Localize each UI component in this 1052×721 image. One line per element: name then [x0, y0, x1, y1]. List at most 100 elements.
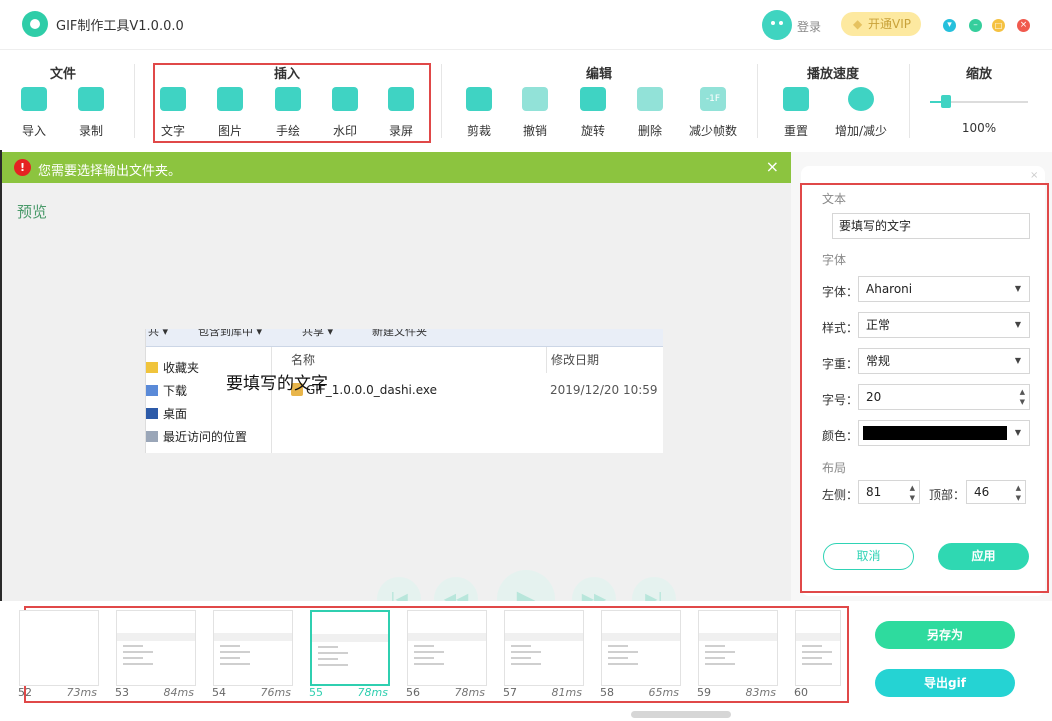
crop-label: 剪裁 — [466, 124, 491, 138]
crop-icon — [466, 87, 492, 111]
star-icon — [146, 362, 158, 373]
frame-thumbnail[interactable] — [795, 610, 841, 686]
style-label: 样式： — [822, 321, 859, 335]
weight-value: 常规 — [866, 354, 891, 368]
font-family-select[interactable]: Aharoni ▼ — [858, 276, 1030, 302]
undo-button[interactable]: 撤销 — [509, 87, 561, 139]
notice-close-icon[interactable]: × — [766, 157, 779, 176]
undo-label: 撤销 — [522, 124, 547, 138]
spinner-arrows-icon[interactable]: ▲ ▼ — [1016, 483, 1021, 503]
image-button[interactable]: 图片 — [204, 87, 256, 139]
style-select[interactable]: 正常 ▼ — [858, 312, 1030, 338]
horizontal-scrollbar[interactable] — [631, 711, 731, 718]
login-link[interactable]: 登录 — [797, 18, 821, 35]
group-zoom-title: 缩放 — [965, 67, 992, 82]
draw-button[interactable]: 手绘 — [262, 87, 314, 139]
spinner-arrows-icon[interactable]: ▲ ▼ — [910, 483, 915, 503]
weight-select[interactable]: 常规 ▼ — [858, 348, 1030, 374]
thumbnail-content — [802, 657, 822, 659]
reset-label: 重置 — [783, 124, 808, 138]
frame-number: 53 — [115, 686, 129, 699]
thumbnail-content — [123, 657, 143, 659]
frame-number: 52 — [18, 686, 32, 699]
thumbnail-content — [214, 633, 292, 641]
thumbnail-content — [414, 645, 434, 647]
maximize-icon[interactable] — [992, 19, 1005, 32]
apply-button[interactable]: 应用 — [938, 543, 1029, 570]
spinner-arrows-icon[interactable]: ▲ ▼ — [1020, 387, 1025, 407]
panel-close-icon[interactable]: × — [1030, 170, 1038, 181]
nav-item-label: 最近访问的位置 — [163, 430, 248, 444]
frame-thumbnail[interactable] — [601, 610, 681, 686]
import-button[interactable]: 导入 — [8, 87, 60, 139]
speed-adjust-button[interactable]: 增加/减少 — [830, 87, 892, 139]
frame-number: 58 — [600, 686, 614, 699]
size-stepper[interactable]: 20 ▲ ▼ — [858, 384, 1030, 410]
draw-label: 手绘 — [275, 124, 300, 138]
frame-thumbnail[interactable] — [504, 610, 584, 686]
thumbnail-content — [123, 663, 153, 665]
delete-button[interactable]: 删除 — [624, 87, 676, 139]
speed-adjust-label: 增加/减少 — [834, 124, 888, 138]
frame-number: 57 — [503, 686, 517, 699]
frame-duration: 78ms — [357, 686, 388, 699]
thumbnail-content — [414, 663, 444, 665]
dropdown-icon[interactable] — [943, 19, 956, 32]
frame-thumbnail[interactable] — [698, 610, 778, 686]
rotate-icon — [580, 87, 606, 111]
text-button[interactable]: 文字 — [147, 87, 199, 139]
divider — [757, 64, 758, 138]
error-icon: ! — [14, 159, 31, 176]
nav-item-desktop: 桌面 — [146, 405, 187, 422]
thumbnail-content — [608, 645, 628, 647]
image-icon — [217, 87, 243, 111]
frame-duration: 78ms — [454, 686, 485, 699]
reduce-frames-button[interactable]: -1F 减少帧数 — [682, 87, 744, 139]
left-position-stepper[interactable]: 81 ▲ ▼ — [858, 480, 920, 504]
watermark-button[interactable]: 水印 — [319, 87, 371, 139]
top-label: 顶部： — [929, 488, 966, 502]
nav-item-label: 下载 — [163, 384, 188, 398]
top-position-stepper[interactable]: 46 ▲ ▼ — [966, 480, 1026, 504]
zoom-slider-handle[interactable] — [941, 95, 951, 108]
zoom-value: 100% — [961, 121, 997, 135]
save-as-button[interactable]: 另存为 — [875, 621, 1015, 649]
notice-text: 您需要选择输出文件夹。 — [38, 164, 182, 179]
thumbnail-content — [123, 645, 143, 647]
text-input[interactable]: 要填写的文字 — [832, 213, 1030, 239]
watermark-label: 水印 — [332, 124, 357, 138]
thumbnail-content — [117, 633, 195, 641]
record-button[interactable]: 录制 — [65, 87, 117, 139]
frame-thumbnail[interactable] — [116, 610, 196, 686]
column-divider — [546, 347, 547, 373]
frame-thumbnail[interactable] — [310, 610, 390, 686]
section-layout-label: 布局 — [822, 461, 847, 475]
color-picker[interactable]: ▼ — [858, 420, 1030, 446]
screen-record-button[interactable]: 录屏 — [375, 87, 427, 139]
rotate-button[interactable]: 旋转 — [567, 87, 619, 139]
trash-icon — [637, 87, 663, 111]
thumbnail-content — [602, 633, 680, 641]
frame-thumbnail[interactable] — [19, 610, 99, 686]
thumbnail-content — [705, 657, 725, 659]
frame-thumbnail[interactable] — [213, 610, 293, 686]
minimize-icon[interactable] — [969, 19, 982, 32]
explorer-toolbar-item: 共 ▾ — [148, 329, 169, 338]
inserted-text-overlay[interactable]: 要填写的文字 — [226, 369, 328, 394]
reset-speed-button[interactable]: 重置 — [770, 87, 822, 139]
close-icon[interactable] — [1017, 19, 1030, 32]
thumbnail-content — [511, 663, 541, 665]
crop-button[interactable]: 剪裁 — [453, 87, 505, 139]
avatar-icon[interactable] — [762, 10, 792, 40]
chevron-down-icon: ▼ — [1014, 356, 1021, 365]
vip-button[interactable]: 开通VIP — [841, 12, 921, 36]
cancel-button[interactable]: 取消 — [823, 543, 914, 570]
divider — [134, 64, 135, 138]
thumbnail-content — [608, 651, 638, 653]
export-gif-button[interactable]: 导出gif — [875, 669, 1015, 697]
frame-duration: 81ms — [551, 686, 582, 699]
thumbnail-content — [220, 657, 240, 659]
frame-duration: 73ms — [66, 686, 97, 699]
frame-thumbnail[interactable] — [407, 610, 487, 686]
thumbnail-content — [220, 651, 250, 653]
